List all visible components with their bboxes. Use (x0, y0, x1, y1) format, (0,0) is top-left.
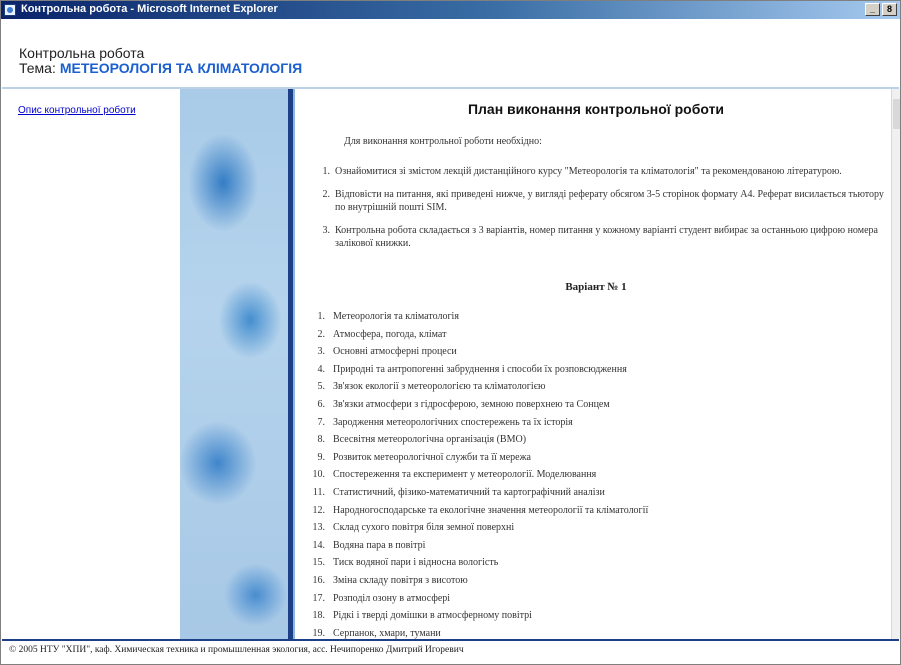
page-header: Контрольна робота Тема: МЕТЕОРОЛОГІЯ ТА К… (2, 19, 899, 87)
item-number: 12. (312, 504, 326, 516)
item-number: 7. (317, 416, 326, 428)
content-heading: План виконання контрольної роботи (467, 101, 725, 117)
list-item: 4. Природні та антропогенні забруднення і… (311, 364, 871, 382)
list-item: 18. Рідкі і тверді домішки в атмосферному… (311, 610, 871, 628)
item-number: 5. (317, 381, 326, 393)
scrollbar-thumb[interactable] (893, 99, 900, 129)
list-item: 14. Водяна пара в повітрі (311, 540, 871, 558)
item-text: Тиск водяної пари і відносна вологість (333, 557, 499, 569)
item-number: 11. (312, 486, 325, 498)
intro-text: Для виконання контрольної роботи необхід… (344, 136, 542, 147)
topic-title: МЕТЕОРОЛОГІЯ ТА КЛІМАТОЛОГІЯ (59, 60, 303, 76)
list-item: 2. Відповісти на питання, які приведені н… (315, 188, 887, 214)
item-text: Серпанок, хмари, тумани (333, 627, 441, 639)
item-text: Зв'язок екології з метеорологією та клім… (333, 381, 546, 393)
item-text: Контрольна робота складається з 3 варіан… (335, 225, 878, 249)
list-item: 10. Спостереження та експеримент у метеор… (311, 469, 871, 487)
sidebar-link-description[interactable]: Опис контрольної роботи (18, 105, 136, 116)
item-text: Відповісти на питання, які приведені ниж… (335, 189, 884, 213)
window-title: Контрольна робота - Microsoft Internet E… (21, 3, 278, 15)
page-footer: © 2005 НТУ "ХПИ", каф. Химическая техник… (2, 641, 899, 664)
item-text: Зв'язки атмосфери з гідросферою, земною … (333, 398, 610, 410)
list-item: 5. Зв'язок екології з метеорологією та кл… (311, 381, 871, 399)
topic-label: Тема: (19, 60, 56, 76)
list-item: 17. Розподіл озону в атмосфері (311, 593, 871, 611)
item-text: Основні атмосферні процеси (333, 346, 457, 358)
list-item: 13. Склад сухого повітря біля земної пове… (311, 522, 871, 540)
item-text: Водяна пара в повітрі (333, 539, 426, 551)
item-number: 9. (317, 451, 326, 463)
item-text: Розвиток метеорологічної служби та її ме… (333, 451, 531, 463)
restore-button[interactable]: 8 (882, 3, 897, 16)
list-item: 3. Контрольна робота складається з 3 варі… (315, 224, 887, 250)
item-number: 1. (322, 166, 331, 177)
item-number: 6. (317, 398, 326, 410)
footer-text: © 2005 НТУ "ХПИ", каф. Химическая техник… (9, 645, 464, 655)
variant-title: Варіант № 1 (565, 281, 627, 293)
list-item: 12. Народногосподарське та екологічне зна… (311, 505, 871, 523)
list-item: 9. Розвиток метеорологічної служби та її … (311, 452, 871, 470)
sidebar: Опис контрольної роботи (2, 89, 180, 639)
item-number: 18. (312, 610, 326, 622)
list-item: 1. Метеорологія та кліматологія (311, 311, 871, 329)
item-number: 16. (312, 574, 326, 586)
list-item: 11. Статистичний, фізико-математичний та … (311, 487, 871, 505)
item-text: Склад сухого повітря біля земної поверхн… (333, 522, 515, 534)
item-text: Природні та антропогенні забруднення і с… (333, 363, 627, 375)
list-item: 6. Зв'язки атмосфери з гідросферою, земно… (311, 399, 871, 417)
minimize-button[interactable]: _ (865, 3, 880, 16)
divider-bar-light (293, 89, 295, 639)
item-number: 10. (312, 469, 326, 481)
decorative-cloud-strip (180, 89, 288, 639)
item-number: 3. (317, 346, 326, 358)
item-number: 3. (322, 225, 331, 236)
item-text: Ознайомитися зі змістом лекцій дистанцій… (335, 166, 842, 177)
item-text: Метеорологія та кліматологія (333, 311, 459, 322)
list-item: 19. Серпанок, хмари, тумани (311, 628, 871, 639)
item-text: Рідкі і тверді домішки в атмосферному по… (333, 610, 532, 622)
list-item: 3. Основні атмосферні процеси (311, 346, 871, 364)
item-text: Зародження метеорологічних спостережень … (333, 416, 573, 428)
list-item: 2. Атмосфера, погода, клімат (311, 329, 871, 347)
requirements-list: 1. Ознайомитися зі змістом лекцій дистанц… (315, 165, 887, 260)
item-number: 8. (317, 434, 326, 446)
item-number: 17. (312, 592, 326, 604)
window-controls: _ 8 (865, 3, 897, 16)
item-text: Зміна складу повітря з висотою (333, 574, 468, 586)
item-number: 4. (317, 363, 326, 375)
list-item: 8. Всесвітня метеорологічна організація (… (311, 434, 871, 452)
item-number: 1. (317, 311, 326, 322)
item-number: 14. (312, 539, 326, 551)
item-text: Всесвітня метеорологічна організація (ВМ… (333, 434, 527, 446)
item-number: 2. (317, 328, 326, 340)
list-item: 15. Тиск водяної пари і відносна вологіст… (311, 557, 871, 575)
item-text: Спостереження та експеримент у метеороло… (333, 469, 597, 481)
list-item: 1. Ознайомитися зі змістом лекцій дистанц… (315, 165, 887, 178)
item-number: 2. (322, 189, 331, 200)
main-content: План виконання контрольної роботи Для ви… (301, 89, 891, 639)
questions-list: 1. Метеорологія та кліматологія 2. Атмосфе… (311, 311, 871, 639)
item-text: Статистичний, фізико-математичний та кар… (333, 486, 605, 498)
title-bar: Контрольна робота - Microsoft Internet E… (1, 1, 900, 19)
item-number: 13. (312, 522, 326, 534)
page-title: Контрольна робота (19, 45, 145, 61)
ie-app-icon[interactable] (4, 4, 16, 16)
list-item: 7. Зародження метеорологічних спостережен… (311, 417, 871, 435)
item-number: 19. (312, 627, 326, 639)
list-item: 16. Зміна складу повітря з висотою (311, 575, 871, 593)
item-text: Атмосфера, погода, клімат (333, 328, 447, 340)
browser-window: Контрольна робота - Microsoft Internet E… (0, 0, 901, 665)
item-text: Розподіл озону в атмосфері (333, 592, 451, 604)
item-text: Народногосподарське та екологічне значен… (333, 504, 649, 516)
item-number: 15. (312, 557, 326, 569)
topic-line: Тема: МЕТЕОРОЛОГІЯ ТА КЛІМАТОЛОГІЯ (19, 60, 302, 76)
vertical-scrollbar[interactable] (891, 89, 900, 639)
